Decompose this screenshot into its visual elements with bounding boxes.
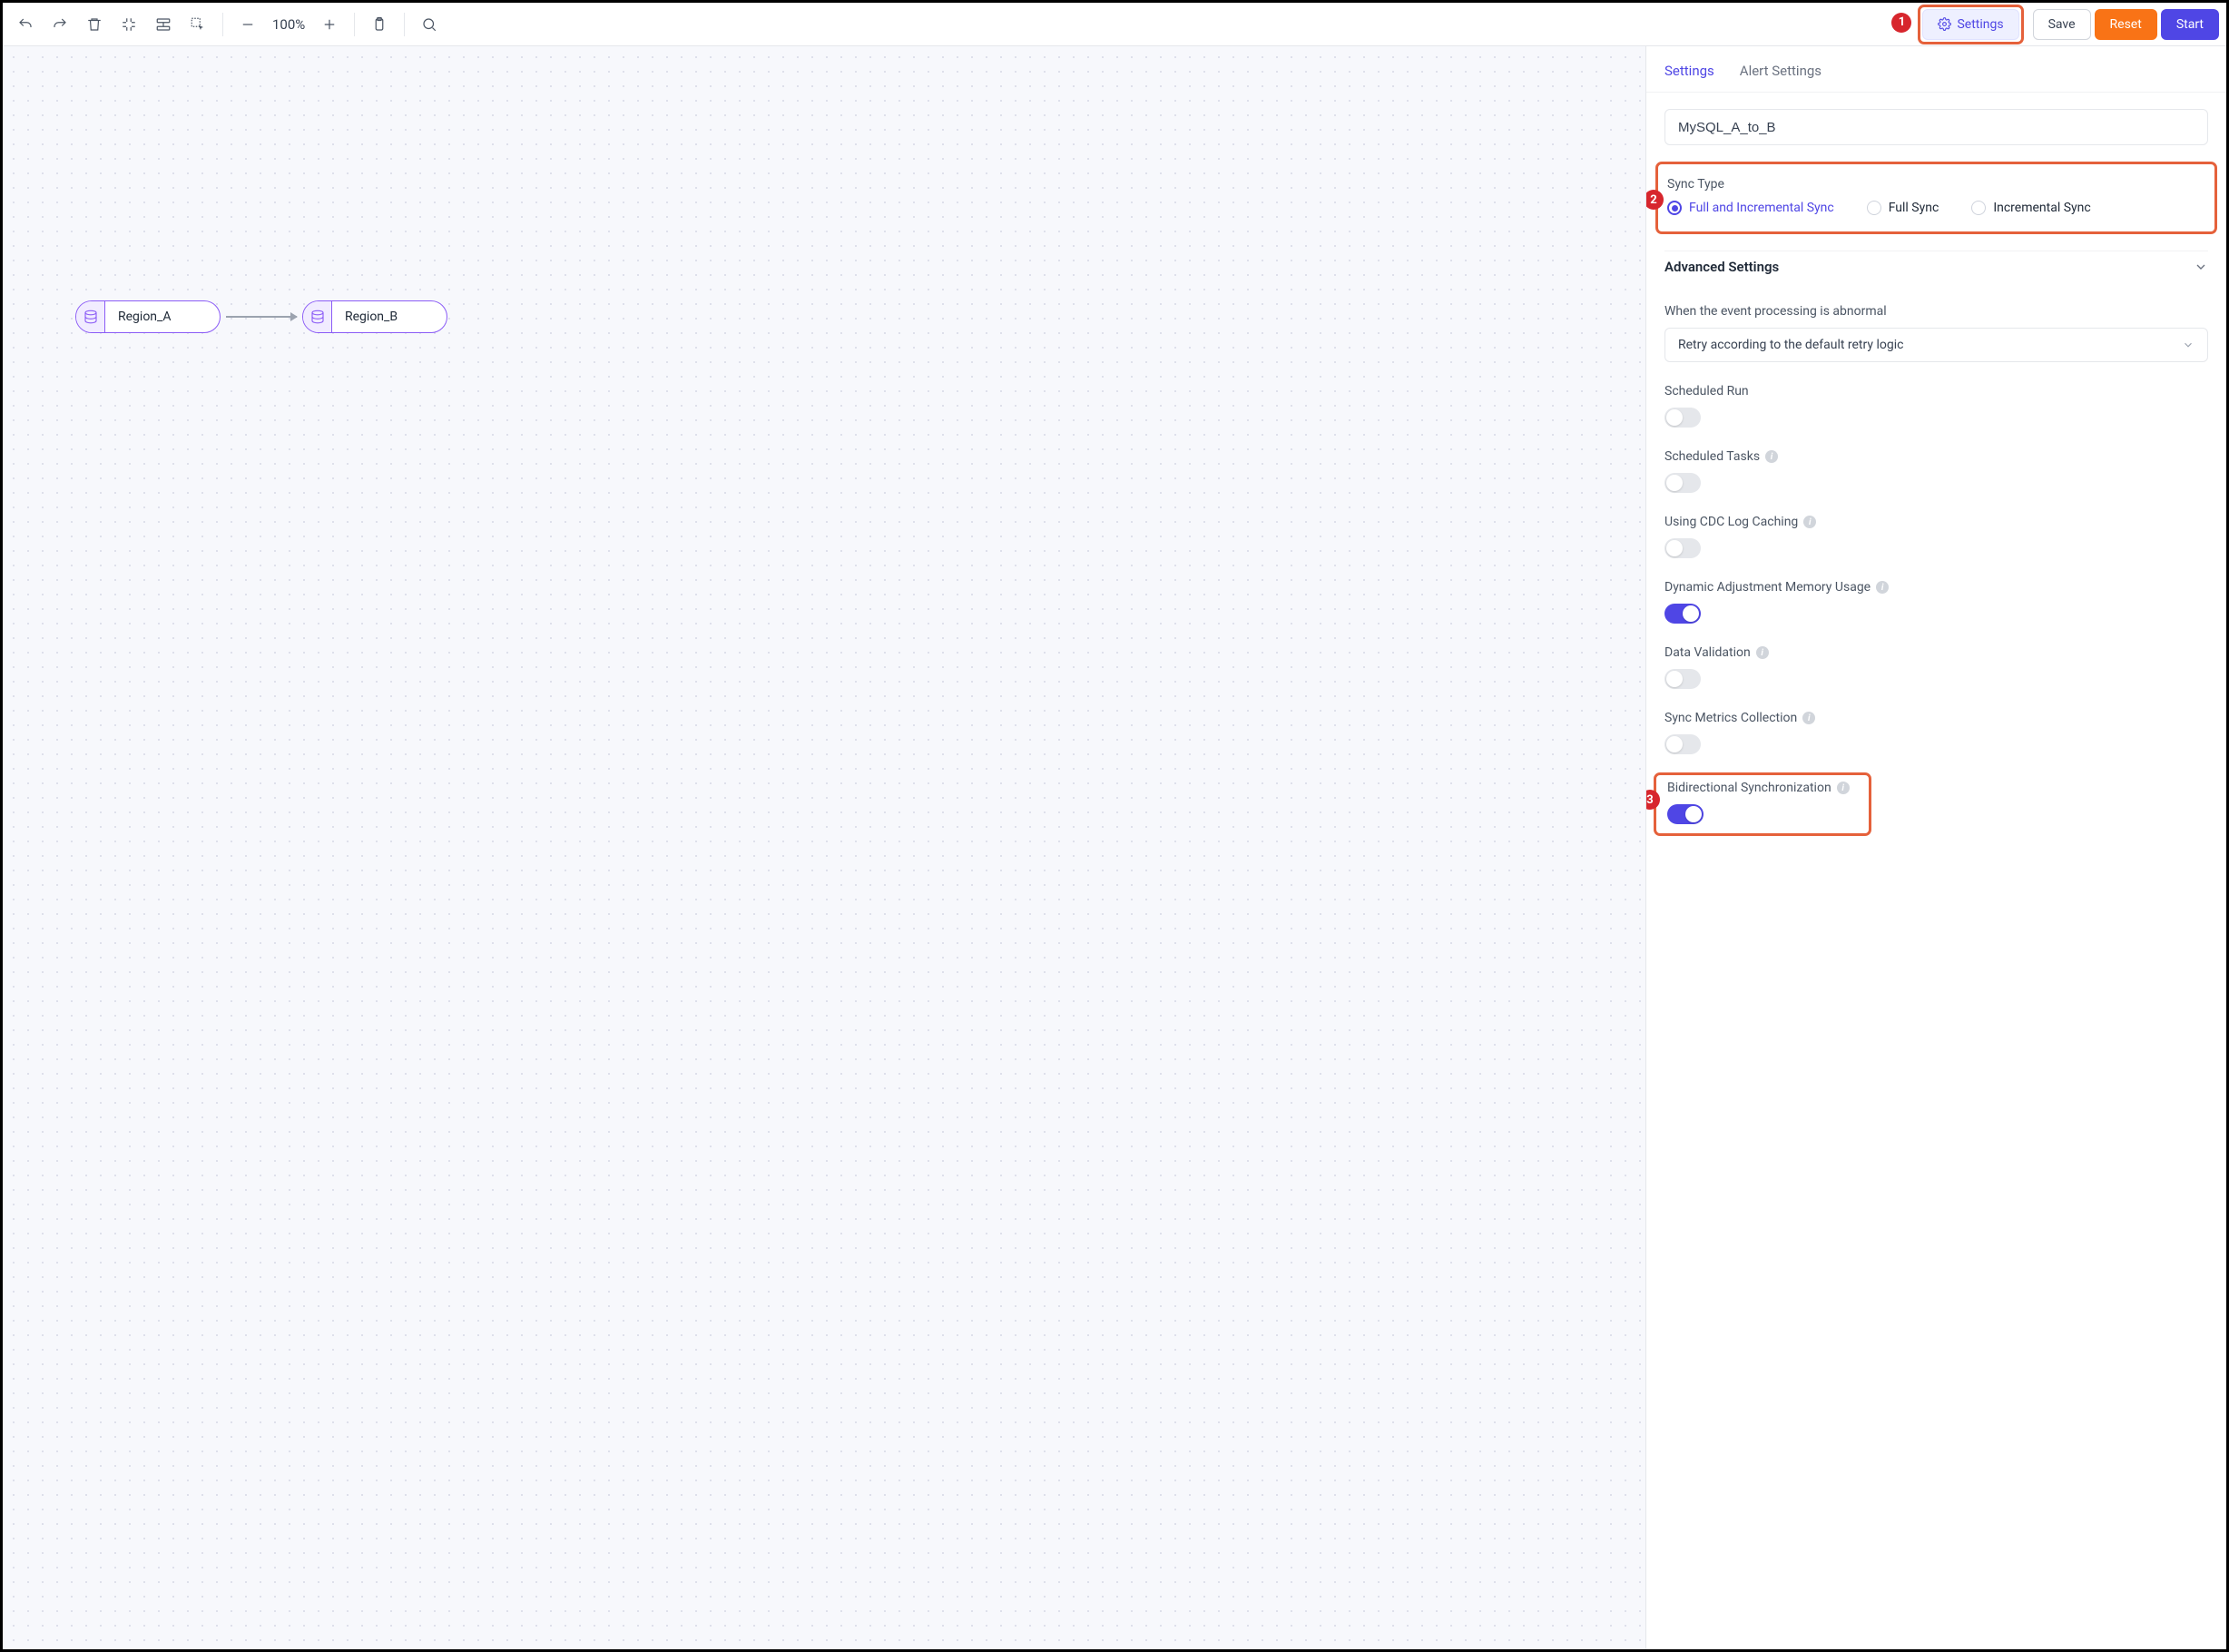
chevron-down-icon <box>2182 339 2195 351</box>
field-scheduled-run: Scheduled Run <box>1664 380 2208 428</box>
selection-tool-button[interactable] <box>182 9 213 40</box>
tab-settings[interactable]: Settings <box>1664 63 1714 92</box>
top-toolbar: 100% 1 Settings Save Reset Start <box>3 3 2226 46</box>
field-dynamic-memory: Dynamic Adjustment Memory Usagei <box>1664 576 2208 624</box>
info-icon[interactable]: i <box>1876 581 1889 594</box>
undo-button[interactable] <box>10 9 41 40</box>
settings-panel: Settings Alert Settings 2 Sync Type Full… <box>1645 46 2226 1649</box>
pipeline-edge[interactable] <box>221 310 302 323</box>
annotation-2-box: 2 Sync Type Full and Incremental Sync Fu… <box>1655 162 2217 234</box>
delete-button[interactable] <box>79 9 110 40</box>
sync-type-label: Sync Type <box>1667 177 2205 192</box>
field-data-validation: Data Validationi <box>1664 642 2208 689</box>
toggle-scheduled-run[interactable] <box>1664 408 1701 428</box>
info-icon[interactable]: i <box>1802 712 1815 724</box>
toggle-bidirectional[interactable] <box>1667 804 1704 824</box>
info-icon[interactable]: i <box>1837 782 1850 794</box>
toggle-sync-metrics[interactable] <box>1664 734 1701 754</box>
toggle-data-validation[interactable] <box>1664 669 1701 689</box>
info-icon[interactable]: i <box>1765 450 1778 463</box>
toggle-cdc-caching[interactable] <box>1664 538 1701 558</box>
zoom-level: 100% <box>267 16 310 33</box>
toolbar-separator <box>222 13 223 36</box>
start-button[interactable]: Start <box>2161 9 2219 40</box>
database-icon <box>303 301 332 332</box>
radio-full-sync[interactable]: Full Sync <box>1867 201 1939 215</box>
chevron-down-icon <box>2194 260 2208 274</box>
field-abnormal-processing: When the event processing is abnormal Re… <box>1664 300 2208 362</box>
node-region-a[interactable]: Region_A <box>75 300 221 333</box>
radio-incremental-sync[interactable]: Incremental Sync <box>1971 201 2090 215</box>
zoom-out-button[interactable] <box>232 9 263 40</box>
search-button[interactable] <box>414 9 445 40</box>
toggle-dynamic-memory[interactable] <box>1664 604 1701 624</box>
center-button[interactable] <box>113 9 144 40</box>
node-label: Region_B <box>332 310 410 324</box>
radio-icon <box>1867 201 1881 215</box>
radio-icon <box>1667 201 1682 215</box>
tab-alert-settings[interactable]: Alert Settings <box>1740 63 1821 92</box>
field-cdc-caching: Using CDC Log Cachingi <box>1664 511 2208 558</box>
gear-icon <box>1938 17 1951 31</box>
field-scheduled-tasks: Scheduled Tasksi <box>1664 446 2208 493</box>
redo-button[interactable] <box>44 9 75 40</box>
info-icon[interactable]: i <box>1803 516 1816 528</box>
database-icon <box>76 301 105 332</box>
toolbar-separator <box>354 13 355 36</box>
annotation-badge-1: 1 <box>1891 13 1911 33</box>
panel-tabs: Settings Alert Settings <box>1646 46 2226 93</box>
auto-layout-button[interactable] <box>148 9 179 40</box>
task-name-input[interactable] <box>1664 109 2208 145</box>
toolbar-separator <box>404 13 405 36</box>
settings-button[interactable]: Settings <box>1922 9 2018 40</box>
pipeline-nodes: Region_A Region_B <box>75 300 447 333</box>
annotation-badge-2: 2 <box>1645 190 1664 210</box>
advanced-settings-header[interactable]: Advanced Settings <box>1664 251 2208 282</box>
node-label: Region_A <box>105 310 183 324</box>
annotation-1-box: 1 Settings <box>1918 5 2023 44</box>
zoom-in-button[interactable] <box>314 9 345 40</box>
settings-button-label: Settings <box>1957 17 2003 32</box>
radio-icon <box>1971 201 1986 215</box>
reset-button[interactable]: Reset <box>2095 9 2157 40</box>
abnormal-label: When the event processing is abnormal <box>1664 304 2208 319</box>
radio-full-incremental[interactable]: Full and Incremental Sync <box>1667 201 1834 215</box>
info-icon[interactable]: i <box>1756 646 1769 659</box>
pipeline-canvas[interactable]: Region_A Region_B <box>3 46 1645 1649</box>
toggle-scheduled-tasks[interactable] <box>1664 473 1701 493</box>
annotation-3-box: 3 Bidirectional Synchronizationi <box>1654 772 1871 836</box>
abnormal-select[interactable]: Retry according to the default retry log… <box>1664 328 2208 362</box>
save-button[interactable]: Save <box>2033 9 2091 40</box>
clipboard-button[interactable] <box>364 9 395 40</box>
sync-type-radio-group: Full and Incremental Sync Full Sync Incr… <box>1667 201 2205 215</box>
annotation-badge-3: 3 <box>1645 790 1660 810</box>
field-sync-metrics: Sync Metrics Collectioni <box>1664 707 2208 754</box>
node-region-b[interactable]: Region_B <box>302 300 447 333</box>
